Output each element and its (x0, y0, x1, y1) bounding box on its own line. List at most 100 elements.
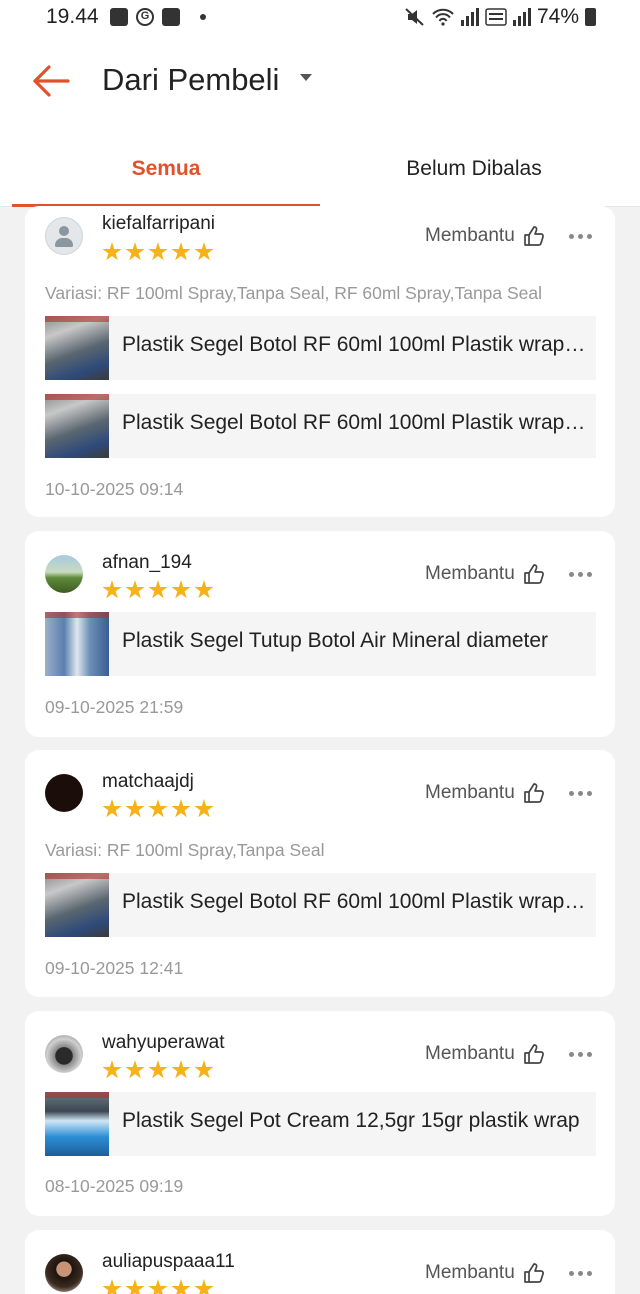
star-icon (148, 242, 168, 261)
helpful-button[interactable]: Membantu (425, 563, 545, 585)
battery-percent: 74% (536, 5, 579, 28)
star-icon (194, 1279, 214, 1294)
product-thumbnail (45, 316, 109, 380)
avatar[interactable] (45, 555, 83, 593)
chevron-down-icon[interactable] (300, 74, 312, 81)
more-options-icon[interactable] (569, 791, 592, 796)
helpful-button[interactable]: Membantu (425, 225, 545, 247)
product-name: Plastik Segel Botol RF 60ml 100ml Plasti… (122, 411, 588, 434)
more-notifications-icon (200, 14, 206, 20)
star-icon (148, 1060, 168, 1079)
star-icon (148, 1279, 168, 1294)
notification-icons: G (110, 8, 206, 26)
thumbs-up-icon (523, 564, 544, 584)
more-options-icon[interactable] (569, 234, 592, 239)
review-card: matchaajdj Membantu Variasi: RF 100ml Sp… (25, 750, 615, 997)
star-icon (148, 799, 168, 818)
helpful-button[interactable]: Membantu (425, 1262, 545, 1284)
mute-icon (405, 8, 424, 26)
star-icon (102, 799, 122, 818)
status-bar: 19.44 G 74% (0, 0, 640, 36)
review-tabs: Semua Belum Dibalas (0, 136, 640, 207)
variation-text: Variasi: RF 100ml Spray,Tanpa Seal, RF 6… (45, 283, 543, 303)
star-icon (171, 1060, 191, 1079)
helpful-label: Membantu (425, 1043, 515, 1064)
helpful-label: Membantu (425, 782, 515, 803)
review-date: 08-10-2025 09:19 (45, 1176, 184, 1196)
tab-belum-dibalas[interactable]: Belum Dibalas (320, 136, 628, 204)
star-rating (102, 242, 214, 262)
product-name: Plastik Segel Botol RF 60ml 100ml Plasti… (122, 333, 588, 356)
star-icon (125, 580, 145, 599)
star-icon (125, 1060, 145, 1079)
product-item[interactable]: Plastik Segel Botol RF 60ml 100ml Plasti… (45, 316, 596, 380)
product-item[interactable]: Plastik Segel Botol RF 60ml 100ml Plasti… (45, 873, 596, 937)
star-icon (194, 1060, 214, 1079)
review-date: 09-10-2025 12:41 (45, 958, 184, 978)
avatar[interactable] (45, 774, 83, 812)
more-options-icon[interactable] (569, 1271, 592, 1276)
more-options-icon[interactable] (569, 572, 592, 577)
star-icon (125, 242, 145, 261)
star-icon (171, 580, 191, 599)
thumbs-up-icon (523, 226, 544, 246)
star-icon (171, 242, 191, 261)
product-name: Plastik Segel Pot Cream 12,5gr 15gr plas… (122, 1109, 580, 1132)
helpful-button[interactable]: Membantu (425, 1043, 545, 1065)
status-time: 19.44 (46, 5, 99, 28)
app-header: Dari Pembeli (0, 36, 640, 136)
avatar[interactable] (45, 1035, 83, 1073)
star-icon (194, 799, 214, 818)
star-icon (102, 1279, 122, 1294)
avatar[interactable] (45, 1254, 83, 1292)
star-icon (125, 799, 145, 818)
app-notification-icon (162, 8, 180, 26)
system-icons: 74% (405, 5, 596, 29)
variation-text: Variasi: RF 100ml Spray,Tanpa Seal (45, 840, 325, 860)
page-title[interactable]: Dari Pembeli (102, 62, 279, 98)
star-rating (102, 1279, 214, 1294)
reviewer-username[interactable]: auliapuspaaa11 (102, 1251, 235, 1273)
thumbs-up-icon (523, 1044, 544, 1064)
reviewer-username[interactable]: wahyuperawat (102, 1032, 225, 1054)
thumbs-up-icon (523, 783, 544, 803)
review-card: wahyuperawat Membantu Plastik Segel Pot … (25, 1011, 615, 1216)
reviewer-username[interactable]: afnan_194 (102, 552, 192, 574)
star-rating (102, 580, 214, 600)
review-date: 09-10-2025 21:59 (45, 697, 184, 717)
helpful-label: Membantu (425, 563, 515, 584)
google-icon: G (136, 8, 154, 26)
more-options-icon[interactable] (569, 1052, 592, 1057)
thumbs-up-icon (523, 1263, 544, 1283)
product-item[interactable]: Plastik Segel Pot Cream 12,5gr 15gr plas… (45, 1092, 596, 1156)
review-card: kiefalfarripani Membantu Variasi: RF 100… (25, 206, 615, 517)
product-thumbnail (45, 394, 109, 458)
star-rating (102, 1060, 214, 1080)
product-name: Plastik Segel Botol RF 60ml 100ml Plasti… (122, 890, 588, 913)
gallery-icon (110, 8, 128, 26)
helpful-label: Membantu (425, 225, 515, 246)
star-icon (194, 580, 214, 599)
star-icon (171, 799, 191, 818)
tab-semua[interactable]: Semua (12, 136, 320, 207)
helpful-button[interactable]: Membantu (425, 782, 545, 804)
signal-icon (460, 8, 479, 26)
avatar[interactable] (45, 217, 83, 255)
product-item[interactable]: Plastik Segel Tutup Botol Air Mineral di… (45, 612, 596, 676)
helpful-label: Membantu (425, 1262, 515, 1283)
star-icon (171, 1279, 191, 1294)
battery-icon (585, 8, 596, 26)
product-thumbnail (45, 1092, 109, 1156)
review-card: auliapuspaaa11 Membantu (25, 1230, 615, 1294)
reviewer-username[interactable]: matchaajdj (102, 771, 194, 793)
signal-icon-2 (512, 8, 531, 26)
product-item[interactable]: Plastik Segel Botol RF 60ml 100ml Plasti… (45, 394, 596, 458)
star-icon (148, 580, 168, 599)
product-thumbnail (45, 873, 109, 937)
back-arrow-icon[interactable] (32, 64, 70, 98)
reviewer-username[interactable]: kiefalfarripani (102, 213, 215, 235)
star-icon (102, 1060, 122, 1079)
review-date: 10-10-2025 09:14 (45, 479, 184, 499)
product-name: Plastik Segel Tutup Botol Air Mineral di… (122, 629, 549, 652)
star-icon (102, 242, 122, 261)
